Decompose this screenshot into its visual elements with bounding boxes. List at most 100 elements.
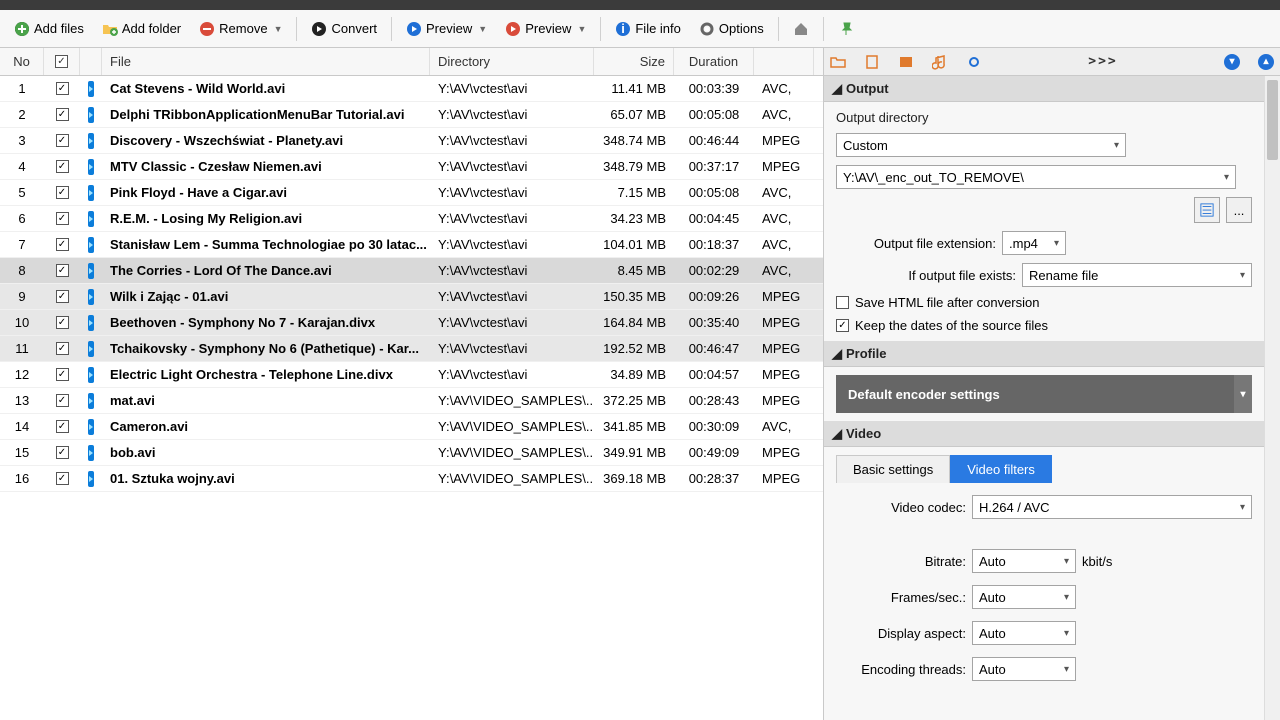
table-row[interactable]: 7✓Stanisław Lem - Summa Technologiae po … [0,232,823,258]
options-button[interactable]: Options [691,17,772,41]
row-directory: Y:\AV\vctest\avi [430,102,594,127]
row-filename: Stanisław Lem - Summa Technologiae po 30… [102,232,430,257]
output-dir-mode-select[interactable]: Custom [836,133,1126,157]
scrollbar[interactable] [1264,76,1280,720]
row-codec: AVC, [754,76,814,101]
table-row[interactable]: 11✓Tchaikovsky - Symphony No 6 (Pathetiq… [0,336,823,362]
file-type-icon [80,76,102,101]
header-file[interactable]: File [102,48,430,75]
row-checkbox[interactable]: ✓ [44,310,80,335]
table-row[interactable]: 5✓Pink Floyd - Have a Cigar.aviY:\AV\vct… [0,180,823,206]
row-checkbox[interactable]: ✓ [44,154,80,179]
profile-section-header[interactable]: ◢ Profile [824,341,1280,367]
threads-select[interactable]: Auto [972,657,1076,681]
table-row[interactable]: 14✓Cameron.aviY:\AV\VIDEO_SAMPLES\...341… [0,414,823,440]
row-checkbox[interactable]: ✓ [44,284,80,309]
row-checkbox[interactable]: ✓ [44,206,80,231]
output-ext-select[interactable]: .mp4 [1002,231,1066,255]
table-row[interactable]: 6✓R.E.M. - Losing My Religion.aviY:\AV\v… [0,206,823,232]
chevron-down-icon: ▼ [274,24,283,34]
row-codec: AVC, [754,258,814,283]
row-checkbox[interactable]: ✓ [44,258,80,283]
tab-video-filters[interactable]: Video filters [950,455,1052,483]
file-list-body[interactable]: 1✓Cat Stevens - Wild World.aviY:\AV\vcte… [0,76,823,720]
video-codec-select[interactable]: H.264 / AVC [972,495,1252,519]
row-no: 3 [0,128,44,153]
table-row[interactable]: 10✓Beethoven - Symphony No 7 - Karajan.d… [0,310,823,336]
aspect-select[interactable]: Auto [972,621,1076,645]
separator [600,17,601,41]
row-no: 15 [0,440,44,465]
keep-dates-checkbox[interactable]: ✓ Keep the dates of the source files [836,318,1252,333]
video-section-header[interactable]: ◢ Video [824,421,1280,447]
row-checkbox[interactable]: ✓ [44,180,80,205]
browse-list-button[interactable] [1194,197,1220,223]
info-round-icon[interactable]: ▾ [1224,54,1240,70]
video-tab-icon[interactable] [898,54,914,70]
header-check-all[interactable]: ✓ [44,48,80,75]
remove-button[interactable]: Remove ▼ [191,17,290,41]
row-filename: Wilk i Zając - 01.avi [102,284,430,309]
output-dir-path-input[interactable]: Y:\AV\_enc_out_TO_REMOVE\ [836,165,1236,189]
row-no: 11 [0,336,44,361]
settings-tab-icon[interactable] [966,54,982,70]
fps-select[interactable]: Auto [972,585,1076,609]
pin-button[interactable] [830,17,862,41]
table-row[interactable]: 3✓Discovery - Wszechświat - Planety.aviY… [0,128,823,154]
file-type-icon [80,258,102,283]
audio-tab-icon[interactable] [932,54,948,70]
row-filename: bob.avi [102,440,430,465]
row-size: 8.45 MB [594,258,674,283]
row-codec: AVC, [754,414,814,439]
table-row[interactable]: 16✓01. Sztuka wojny.aviY:\AV\VIDEO_SAMPL… [0,466,823,492]
table-row[interactable]: 12✓Electric Light Orchestra - Telephone … [0,362,823,388]
bitrate-select[interactable]: Auto [972,549,1076,573]
scrollbar-thumb[interactable] [1267,80,1278,160]
header-duration[interactable]: Duration [674,48,754,75]
row-checkbox[interactable]: ✓ [44,440,80,465]
row-checkbox[interactable]: ✓ [44,102,80,127]
convert-label: Convert [331,21,377,36]
output-exists-select[interactable]: Rename file [1022,263,1252,287]
table-row[interactable]: 15✓bob.aviY:\AV\VIDEO_SAMPLES\...349.91 … [0,440,823,466]
row-codec: MPEG [754,310,814,335]
row-checkbox[interactable]: ✓ [44,128,80,153]
row-checkbox[interactable]: ✓ [44,388,80,413]
preview-2-button[interactable]: Preview ▼ [497,17,594,41]
row-filename: R.E.M. - Losing My Religion.avi [102,206,430,231]
folder-tab-icon[interactable] [830,54,846,70]
row-checkbox[interactable]: ✓ [44,76,80,101]
row-checkbox[interactable]: ✓ [44,414,80,439]
row-checkbox[interactable]: ✓ [44,466,80,491]
browse-button[interactable]: ... [1226,197,1252,223]
fps-label: Frames/sec.: [836,590,966,605]
document-tab-icon[interactable] [864,54,880,70]
convert-button[interactable]: Convert [303,17,385,41]
add-folder-button[interactable]: Add folder [94,17,189,41]
table-row[interactable]: 13✓mat.aviY:\AV\VIDEO_SAMPLES\...372.25 … [0,388,823,414]
row-checkbox[interactable]: ✓ [44,232,80,257]
header-codec[interactable] [754,48,814,75]
expand-button[interactable]: >>> [1088,54,1117,69]
table-row[interactable]: 8✓The Corries - Lord Of The Dance.aviY:\… [0,258,823,284]
profile-select[interactable]: Default encoder settings [836,375,1252,413]
row-size: 65.07 MB [594,102,674,127]
table-row[interactable]: 1✓Cat Stevens - Wild World.aviY:\AV\vcte… [0,76,823,102]
header-no[interactable]: No [0,48,44,75]
output-section-header[interactable]: ◢ Output [824,76,1280,102]
collapse-round-icon[interactable]: ▴ [1258,54,1274,70]
file-info-button[interactable]: i File info [607,17,689,41]
home-button[interactable] [785,17,817,41]
row-checkbox[interactable]: ✓ [44,362,80,387]
preview-1-button[interactable]: Preview ▼ [398,17,495,41]
table-row[interactable]: 2✓Delphi TRibbonApplicationMenuBar Tutor… [0,102,823,128]
home-icon [793,21,809,37]
table-row[interactable]: 4✓MTV Classic - Czesław Niemen.aviY:\AV\… [0,154,823,180]
add-files-button[interactable]: Add files [6,17,92,41]
save-html-checkbox[interactable]: Save HTML file after conversion [836,295,1252,310]
header-size[interactable]: Size [594,48,674,75]
header-directory[interactable]: Directory [430,48,594,75]
row-checkbox[interactable]: ✓ [44,336,80,361]
tab-basic-settings[interactable]: Basic settings [836,455,950,483]
table-row[interactable]: 9✓Wilk i Zając - 01.aviY:\AV\vctest\avi1… [0,284,823,310]
